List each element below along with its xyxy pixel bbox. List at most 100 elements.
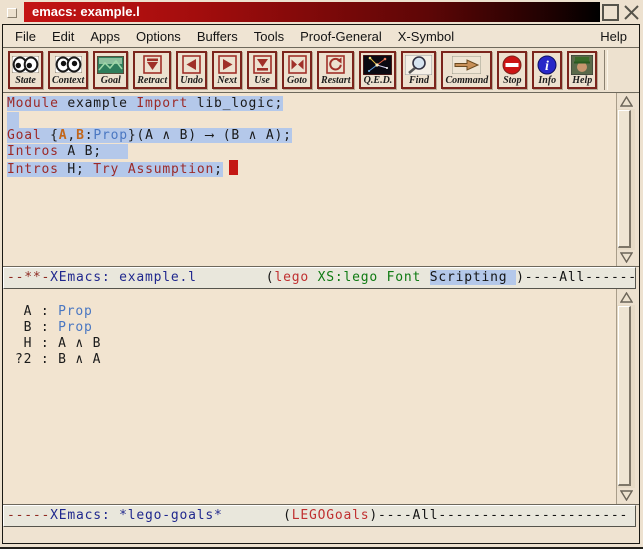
toolbar-button-label: Find — [409, 75, 429, 86]
text-segment: )----All---------------------- — [369, 508, 628, 523]
text-segment: lib_logic; — [188, 96, 283, 111]
toolbar-qed-button[interactable]: Q.E.D. — [359, 51, 396, 89]
retract-icon — [143, 54, 162, 75]
text-segment: Module — [7, 96, 59, 111]
restart-icon — [326, 54, 345, 75]
script-buffer[interactable]: Module example Import lib_logic;Goal {A,… — [3, 93, 616, 266]
qed-fireworks-icon — [363, 54, 392, 75]
text-segment: XEmacs: example.l — [50, 270, 197, 285]
goto-icon — [288, 54, 307, 75]
toolbar-find-button[interactable]: Find — [401, 51, 436, 89]
context-eyes-icon — [55, 54, 82, 75]
stop-icon — [502, 54, 522, 75]
scrollbar-up-arrow[interactable] — [617, 290, 635, 305]
toolbar-context-button[interactable]: Context — [48, 51, 88, 89]
window-menu-button[interactable] — [7, 8, 17, 18]
find-magnifier-icon — [405, 54, 432, 75]
window-content: FileEditAppsOptionsBuffersToolsProof-Gen… — [2, 24, 640, 544]
goals-buffer[interactable]: A : Prop B : Prop H : A ∧ B?2 : B ∧ A — [3, 289, 616, 504]
goals-line: ?2 : B ∧ A — [15, 352, 616, 368]
menu-item-apps[interactable]: Apps — [82, 26, 128, 47]
toolbar-use-button[interactable]: Use — [247, 51, 277, 89]
text-segment: Prop — [58, 304, 93, 319]
toolbar-command-button[interactable]: Command — [441, 51, 492, 89]
toolbar-button-label: State — [15, 75, 36, 86]
svg-text:i: i — [545, 59, 549, 74]
next-icon — [218, 54, 237, 75]
menu-item-buffers[interactable]: Buffers — [189, 26, 246, 47]
window-title-bar[interactable]: emacs: example.l — [24, 2, 600, 22]
scrollbar-up-arrow[interactable] — [617, 94, 635, 109]
toolbar-stop-button[interactable]: Stop — [497, 51, 527, 89]
text-segment: }(A ∧ B) ⟶ (B ∧ A); — [128, 128, 292, 143]
modeline-goals: -----XEmacs: *lego-goals* (LEGOGoals)---… — [3, 505, 636, 527]
goals-buffer-row: A : Prop B : Prop H : A ∧ B?2 : B ∧ A — [3, 289, 639, 505]
text-segment: Goal — [7, 128, 42, 143]
toolbar-help-button[interactable]: Help — [567, 51, 597, 89]
locked-region-highlight: Module example Import lib_logic; — [7, 96, 283, 111]
goals-line: B : Prop — [15, 320, 616, 336]
toolbar-info-button[interactable]: iInfo — [532, 51, 562, 89]
toolbar: State ContextGoal Retract UndoNext Use Goto Re… — [3, 48, 639, 93]
info-icon: i — [537, 54, 557, 75]
close-button[interactable] — [622, 3, 640, 21]
toolbar-button-label: Use — [254, 75, 270, 86]
menu-item-file[interactable]: File — [7, 26, 44, 47]
menu-item-x-symbol[interactable]: X-Symbol — [390, 26, 462, 47]
text-segment: Try — [93, 162, 119, 177]
text-segment: )----All-------- — [516, 270, 636, 285]
scrollbar-thumb[interactable] — [618, 306, 631, 486]
menu-item-proof-general[interactable]: Proof-General — [292, 26, 390, 47]
toolbar-button-label: Info — [538, 75, 556, 86]
goals-line: A : Prop — [15, 304, 616, 320]
menu-item-tools[interactable]: Tools — [246, 26, 292, 47]
goals-scrollbar[interactable] — [616, 289, 635, 504]
text-segment: B — [76, 128, 85, 143]
text-segment: Assumption — [128, 162, 214, 177]
undo-icon — [182, 54, 201, 75]
menu-item-options[interactable]: Options — [128, 26, 189, 47]
locked-region-highlight — [7, 112, 19, 128]
toolbar-restart-button[interactable]: Restart — [317, 51, 354, 89]
menu-item-help[interactable]: Help — [592, 26, 635, 47]
minibuffer[interactable] — [3, 527, 639, 543]
script-line: Intros A B; — [7, 144, 616, 160]
goal-image-icon — [97, 54, 124, 75]
modeline-script: --**-XEmacs: example.l (lego XS:lego Fon… — [3, 267, 636, 289]
toolbar-goto-button[interactable]: Goto — [282, 51, 312, 89]
help-portrait-icon — [571, 54, 593, 75]
trailing-space — [102, 144, 128, 159]
text-segment: ----- — [7, 508, 50, 523]
text-segment: Prop — [93, 128, 128, 143]
script-line — [7, 112, 616, 128]
text-segment: --**- — [7, 270, 50, 285]
toolbar-next-button[interactable]: Next — [212, 51, 242, 89]
command-hand-icon — [452, 54, 481, 75]
text-segment: example — [59, 96, 137, 111]
toolbar-state-button[interactable]: State — [8, 51, 43, 89]
toolbar-button-label: Retract — [137, 75, 167, 86]
toolbar-undo-button[interactable]: Undo — [176, 51, 207, 89]
menu-item-edit[interactable]: Edit — [44, 26, 82, 47]
locked-region-highlight: Intros H; Try Assumption; — [7, 162, 223, 177]
toolbar-button-label: Stop — [503, 75, 521, 86]
maximize-button[interactable] — [601, 3, 619, 21]
text-segment — [421, 270, 430, 285]
script-line: Module example Import lib_logic; — [7, 96, 616, 112]
toolbar-retract-button[interactable]: Retract — [133, 51, 171, 89]
scrollbar-down-arrow[interactable] — [617, 250, 635, 265]
goals-line: H : A ∧ B — [15, 336, 616, 352]
text-segment — [309, 270, 318, 285]
scrollbar-down-arrow[interactable] — [617, 488, 635, 503]
toolbar-goal-button[interactable]: Goal — [93, 51, 128, 89]
window-title: emacs: example.l — [32, 4, 140, 19]
down-triangle-icon — [620, 490, 633, 501]
text-segment: Font — [387, 270, 422, 285]
state-eyes-icon — [12, 54, 39, 75]
toolbar-button-label: Goto — [287, 75, 307, 86]
text-segment: LEGOGoals — [292, 508, 370, 523]
script-scrollbar[interactable] — [616, 93, 635, 266]
scrollbar-thumb[interactable] — [618, 110, 631, 248]
titlebar[interactable]: emacs: example.l — [0, 0, 643, 24]
xemacs-window: emacs: example.l FileEditAppsOptionsBuff… — [0, 0, 643, 549]
